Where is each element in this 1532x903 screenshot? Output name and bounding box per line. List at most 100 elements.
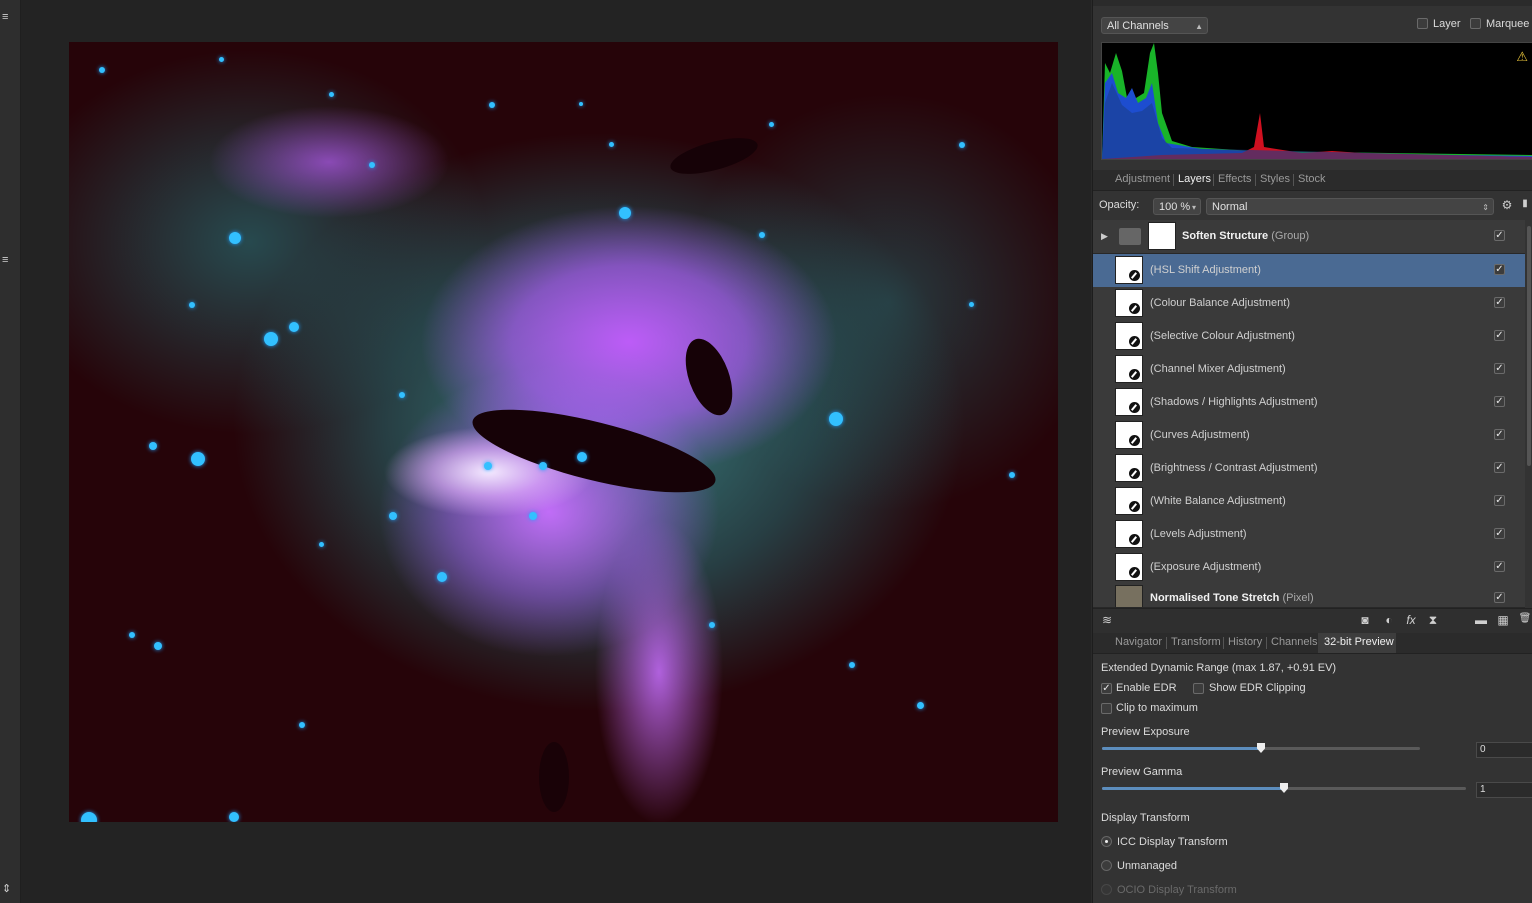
adjustment-icon [1129,336,1140,347]
select-arrows-icon: ⇕ [1482,203,1489,212]
layer-row[interactable]: (Colour Balance Adjustment) ✓ [1093,287,1525,321]
layer-visibility-checkbox[interactable]: ✓ [1494,297,1505,308]
layer-row[interactable]: (Brightness / Contrast Adjustment) ✓ [1093,452,1525,486]
tab-separator [1166,637,1167,649]
slider-thumb[interactable] [1280,783,1288,793]
layer-row[interactable]: (Selective Colour Adjustment) ✓ [1093,320,1525,354]
preview-exposure-slider[interactable] [1102,743,1420,753]
show-edr-clipping-label: Show EDR Clipping [1209,682,1306,694]
histogram-green [1102,43,1532,159]
tab-effects[interactable]: Effects [1218,173,1251,185]
layer-row[interactable]: (White Balance Adjustment) ✓ [1093,485,1525,519]
fx-icon[interactable]: fx [1403,613,1419,627]
layer-visibility-checkbox[interactable]: ✓ [1494,363,1505,374]
right-panel: All Channels ▲ Layer Marquee ⚠ Adjustmen… [1092,0,1532,903]
tab-stock[interactable]: Stock [1298,173,1326,185]
clip-to-maximum-checkbox[interactable] [1101,703,1112,714]
star [969,302,974,307]
slider-fill [1102,787,1284,790]
tab-32bit-preview[interactable]: 32-bit Preview [1324,636,1394,648]
marquee-checkbox[interactable] [1470,18,1481,29]
layer-row[interactable]: (Levels Adjustment) ✓ [1093,518,1525,552]
channel-select[interactable]: All Channels ▲ [1101,17,1208,34]
layer-row[interactable]: (Shadows / Highlights Adjustment) ✓ [1093,386,1525,420]
slider-fill [1102,747,1261,750]
stepper-icon[interactable]: ⇕ [2,882,16,896]
layer-row-pixel[interactable]: Normalised Tone Stretch (Pixel) ✓ [1093,583,1525,608]
layer-visibility-checkbox[interactable]: ✓ [1494,528,1505,539]
folder-icon[interactable]: ▬ [1473,613,1489,627]
adjustment-icon [1129,534,1140,545]
layer-name: (Selective Colour Adjustment) [1150,330,1295,342]
slider-thumb[interactable] [1257,743,1265,753]
layer-row[interactable]: (Exposure Adjustment) ✓ [1093,551,1525,585]
layer-visibility-checkbox[interactable]: ✓ [1494,495,1505,506]
star [219,57,224,62]
layer-row[interactable]: (Channel Mixer Adjustment) ✓ [1093,353,1525,387]
layers-scrollbar[interactable] [1527,226,1531,466]
star [769,122,774,127]
warning-icon[interactable]: ⚠ [1516,49,1528,65]
adjustment-thumbnail [1115,289,1143,317]
adjustment-icon [1129,303,1140,314]
star [289,322,299,332]
layer-visibility-checkbox[interactable]: ✓ [1494,462,1505,473]
adjustment-icon [1129,567,1140,578]
menu-icon[interactable]: ≡ [2,10,16,24]
hourglass-icon[interactable]: ⧗ [1425,613,1441,628]
opacity-select[interactable]: 100 % ▾ [1153,198,1201,215]
group-visibility-checkbox[interactable]: ✓ [1494,230,1505,241]
display-transform-option-label: ICC Display Transform [1117,836,1228,848]
layers-icon[interactable]: ≋ [1099,613,1115,627]
preview-exposure-field[interactable]: 0 [1476,742,1532,758]
layer-visibility-checkbox[interactable]: ✓ [1494,396,1505,407]
layer-visibility-checkbox[interactable]: ✓ [1494,264,1505,275]
tab-history[interactable]: History [1228,636,1262,648]
gear-icon[interactable]: ⚙ [1499,198,1515,212]
tab-navigator[interactable]: Navigator [1115,636,1162,648]
star [539,462,547,470]
tab-styles[interactable]: Styles [1260,173,1290,185]
layer-name: (Brightness / Contrast Adjustment) [1150,462,1318,474]
checker-icon[interactable]: ▦ [1495,613,1511,627]
expand-arrow-icon[interactable]: ▶ [1101,231,1108,242]
layer-visibility-checkbox[interactable]: ✓ [1494,429,1505,440]
mask-icon[interactable]: ◙ [1357,613,1373,627]
enable-edr-checkbox[interactable]: ✓ [1101,683,1112,694]
tab-layers[interactable]: Layers [1178,173,1211,185]
adjustment-icon[interactable]: ◐ [1381,613,1397,627]
display-transform-label: Display Transform [1101,812,1190,824]
pixel-visibility-checkbox[interactable]: ✓ [1494,592,1505,603]
layer-visibility-checkbox[interactable]: ✓ [1494,561,1505,572]
layer-name: (Colour Balance Adjustment) [1150,297,1291,309]
layers-tabbar: Adjustment Layers Effects Styles Stock [1093,170,1532,191]
display-transform-radio[interactable] [1101,836,1112,847]
dropdown-arrow-icon: ▾ [1191,203,1196,212]
adjustment-thumbnail [1115,520,1143,548]
preview-gamma-field[interactable]: 1 [1476,782,1532,798]
layer-checkbox[interactable] [1417,18,1428,29]
adjustment-thumbnail [1115,388,1143,416]
star [264,332,278,346]
tab-channels[interactable]: Channels [1271,636,1317,648]
layer-row-group[interactable]: ▶ Soften Structure (Group) ✓ [1093,220,1525,254]
show-edr-clipping-checkbox[interactable] [1193,683,1204,694]
star [299,722,305,728]
star [369,162,375,168]
display-transform-radio[interactable] [1101,860,1112,871]
lock-icon[interactable]: ▮ [1517,198,1532,209]
menu-icon-secondary[interactable]: ≡ [2,253,16,267]
preview-gamma-slider[interactable] [1102,783,1466,793]
tab-separator [1173,174,1174,186]
tab-transform[interactable]: Transform [1171,636,1221,648]
layer-visibility-checkbox[interactable]: ✓ [1494,330,1505,341]
layer-row[interactable]: (HSL Shift Adjustment) ✓ [1093,254,1525,288]
star [709,622,715,628]
adjustment-icon [1129,402,1140,413]
layer-row[interactable]: (Curves Adjustment) ✓ [1093,419,1525,453]
tab-adjustment[interactable]: Adjustment [1115,173,1170,185]
nebula-image[interactable] [69,42,1058,822]
blend-mode-select[interactable]: Normal ⇕ [1206,198,1494,215]
trash-icon[interactable]: 🗑 [1517,613,1532,624]
opacity-label: Opacity: [1099,199,1140,211]
